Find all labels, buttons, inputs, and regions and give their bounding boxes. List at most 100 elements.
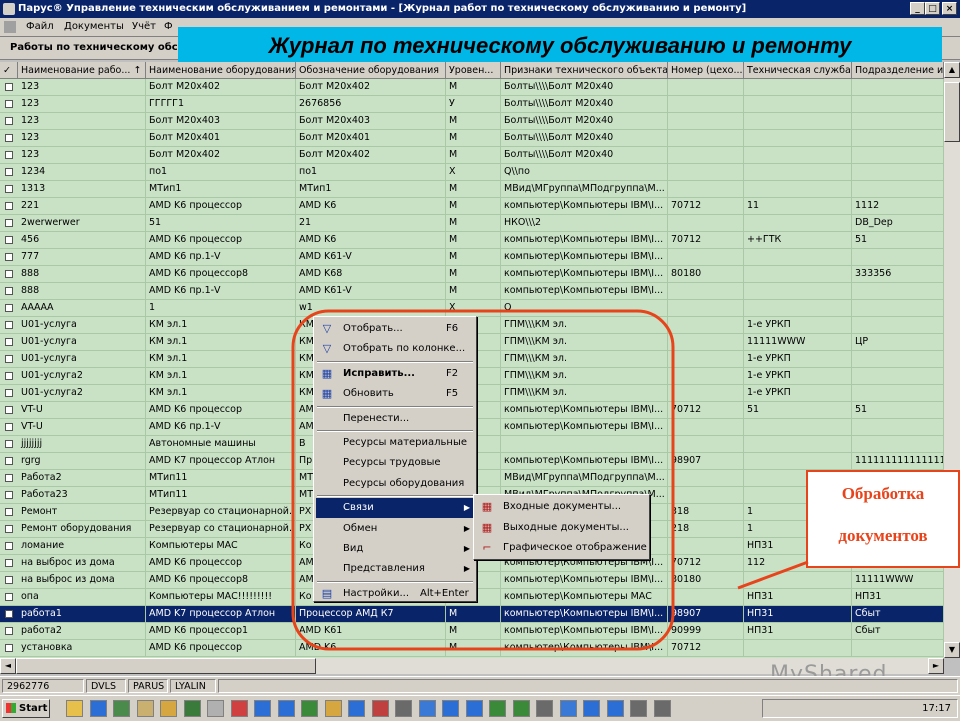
taskbar-app-icon[interactable] bbox=[559, 700, 577, 717]
table-row[interactable]: 123 Болт М20х402 Болт М20х402 М Болты\\\\Бол… bbox=[0, 147, 944, 164]
row-checkbox[interactable] bbox=[5, 100, 13, 108]
column-header[interactable]: Техническая служба bbox=[744, 62, 852, 79]
table-cell: U01-услуга bbox=[18, 317, 146, 333]
table-row[interactable]: 123 Болт М20х402 Болт М20х402 М Болты\\\\Бол… bbox=[0, 79, 944, 96]
taskbar-app-icon[interactable] bbox=[324, 700, 342, 717]
taskbar-app-icon[interactable] bbox=[113, 700, 130, 717]
row-checkbox[interactable] bbox=[5, 372, 13, 380]
row-checkbox[interactable] bbox=[5, 440, 13, 448]
taskbar-app-icon[interactable] bbox=[89, 700, 107, 717]
menu-accounting[interactable]: Учёт bbox=[132, 18, 156, 36]
menu-documents[interactable]: Документы bbox=[64, 18, 124, 36]
table-row[interactable]: 123 Болт М20х401 Болт М20х401 М Болты\\\\Бол… bbox=[0, 130, 944, 147]
maximize-button[interactable]: □ bbox=[925, 2, 940, 15]
scroll-down-button[interactable]: ▼ bbox=[944, 642, 960, 658]
scroll-up-button[interactable]: ▲ bbox=[944, 62, 960, 78]
column-header[interactable]: Наименование оборудования bbox=[146, 62, 296, 79]
taskbar-app-icon[interactable] bbox=[183, 700, 201, 717]
row-checkbox[interactable] bbox=[5, 151, 13, 159]
taskbar-app-icon[interactable] bbox=[395, 700, 412, 717]
row-checkbox[interactable] bbox=[5, 83, 13, 91]
taskbar-app-icon[interactable] bbox=[512, 700, 530, 717]
table-row[interactable]: 888 AMD K6 пр.1-V AMD K61-V Мкомпьютер\Комп… bbox=[0, 283, 944, 300]
taskbar-app-icon[interactable] bbox=[160, 700, 177, 717]
column-header[interactable]: Наименование рабо... ↑ bbox=[18, 62, 146, 79]
scroll-left-button[interactable]: ◄ bbox=[0, 658, 16, 674]
row-checkbox[interactable] bbox=[5, 270, 13, 278]
vertical-scrollbar[interactable]: ▲ ▼ bbox=[944, 62, 960, 658]
taskbar-app-icon[interactable] bbox=[489, 700, 506, 717]
select-all-column[interactable]: ✓ bbox=[0, 62, 18, 79]
taskbar-app-icon[interactable] bbox=[348, 700, 365, 717]
scroll-thumb[interactable] bbox=[944, 82, 960, 142]
menu-file[interactable]: Файл bbox=[26, 18, 54, 36]
row-checkbox[interactable] bbox=[5, 168, 13, 176]
row-checkbox[interactable] bbox=[5, 644, 13, 652]
row-checkbox[interactable] bbox=[5, 508, 13, 516]
taskbar-app-icon[interactable] bbox=[583, 700, 600, 717]
menu-functions[interactable]: Ф bbox=[164, 18, 173, 36]
row-checkbox[interactable] bbox=[5, 236, 13, 244]
row-checkbox[interactable] bbox=[5, 593, 13, 601]
taskbar-app-icon[interactable] bbox=[653, 700, 671, 717]
taskbar-app-icon[interactable] bbox=[301, 700, 318, 717]
taskbar-app-icon[interactable] bbox=[230, 700, 248, 717]
row-checkbox[interactable] bbox=[5, 457, 13, 465]
row-checkbox[interactable] bbox=[5, 576, 13, 584]
taskbar-app-icon[interactable] bbox=[630, 700, 647, 717]
taskbar-app-icon[interactable] bbox=[207, 700, 224, 717]
row-checkbox[interactable] bbox=[5, 542, 13, 550]
scroll-right-button[interactable]: ► bbox=[928, 658, 944, 674]
taskbar-app-icon[interactable] bbox=[277, 700, 295, 717]
row-checkbox[interactable] bbox=[5, 287, 13, 295]
row-checkbox[interactable] bbox=[5, 423, 13, 431]
row-checkbox[interactable] bbox=[5, 202, 13, 210]
taskbar-app-icon[interactable] bbox=[606, 700, 624, 717]
column-header[interactable]: Уровен... bbox=[446, 62, 501, 79]
table-row[interactable]: 123 ГГГГГ1 2676856 У Болты\\\\Болт М20х40 bbox=[0, 96, 944, 113]
table-row[interactable]: 2werwerwer 51 21 М НКО\\\2 DB_Dep bbox=[0, 215, 944, 232]
row-checkbox[interactable] bbox=[5, 304, 13, 312]
taskbar-app-icon[interactable] bbox=[66, 700, 83, 717]
row-checkbox[interactable] bbox=[5, 134, 13, 142]
row-checkbox[interactable] bbox=[5, 321, 13, 329]
column-header[interactable]: Подразделение и bbox=[852, 62, 944, 79]
row-checkbox[interactable] bbox=[5, 627, 13, 635]
row-checkbox[interactable] bbox=[5, 253, 13, 261]
table-row[interactable]: 888 AMD K6 процессор8 AMD K68 Мкомпьютер\Ко… bbox=[0, 266, 944, 283]
taskbar-app-icon[interactable] bbox=[136, 700, 154, 717]
taskbar-app-icon[interactable] bbox=[536, 700, 553, 717]
row-checkbox[interactable] bbox=[5, 559, 13, 567]
row-checkbox[interactable] bbox=[5, 491, 13, 499]
column-header[interactable]: Признаки технического объекта bbox=[501, 62, 668, 79]
table-cell: М bbox=[446, 147, 501, 163]
taskbar-app-icon[interactable] bbox=[254, 700, 271, 717]
row-checkbox[interactable] bbox=[5, 117, 13, 125]
document-window-icon[interactable] bbox=[4, 21, 16, 33]
row-checkbox[interactable] bbox=[5, 338, 13, 346]
table-row[interactable]: 777 AMD K6 пр.1-V AMD K61-V Мкомпьютер\Комп… bbox=[0, 249, 944, 266]
row-checkbox[interactable] bbox=[5, 525, 13, 533]
row-checkbox[interactable] bbox=[5, 185, 13, 193]
close-button[interactable]: × bbox=[942, 2, 957, 15]
row-checkbox[interactable] bbox=[5, 610, 13, 618]
taskbar-app-icon[interactable] bbox=[418, 700, 436, 717]
table-row[interactable]: 1234 по1 по1 Х Q\\по bbox=[0, 164, 944, 181]
taskbar-app-icon[interactable] bbox=[442, 700, 459, 717]
row-checkbox[interactable] bbox=[5, 389, 13, 397]
taskbar-app-icon[interactable] bbox=[371, 700, 389, 717]
hscroll-thumb[interactable] bbox=[16, 658, 316, 674]
column-header[interactable]: Обозначение оборудования bbox=[296, 62, 446, 79]
row-checkbox[interactable] bbox=[5, 406, 13, 414]
table-row[interactable]: 1313 МТип1 МТип1 М МВид\МГруппа\МПодгруппа\М… bbox=[0, 181, 944, 198]
table-row[interactable]: 123 Болт М20х403 Болт М20х403 М Болты\\\\Бол… bbox=[0, 113, 944, 130]
row-checkbox[interactable] bbox=[5, 219, 13, 227]
start-button[interactable]: Start bbox=[2, 699, 50, 718]
table-row[interactable]: 456 AMD K6 процессор AMD K6 Мкомпьютер\Комп… bbox=[0, 232, 944, 249]
taskbar-app-icon[interactable] bbox=[465, 700, 483, 717]
column-header[interactable]: Номер (цехо... bbox=[668, 62, 744, 79]
minimize-button[interactable]: _ bbox=[910, 2, 925, 15]
row-checkbox[interactable] bbox=[5, 355, 13, 363]
row-checkbox[interactable] bbox=[5, 474, 13, 482]
table-row[interactable]: 221 AMD K6 процессор AMD K6 Мкомпьютер\Комп… bbox=[0, 198, 944, 215]
